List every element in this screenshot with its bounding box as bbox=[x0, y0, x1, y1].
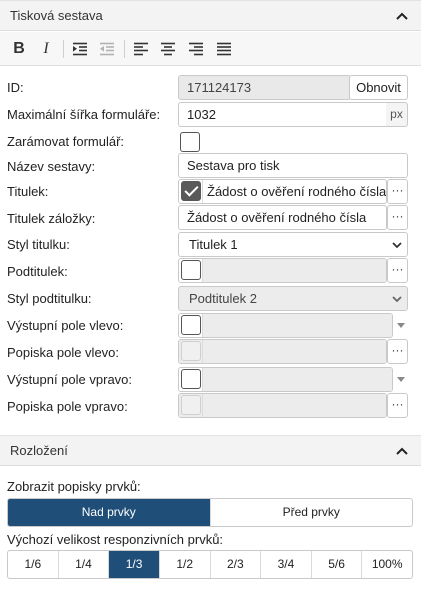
chevron-down-icon bbox=[397, 323, 405, 328]
chevron-up-icon[interactable] bbox=[395, 9, 409, 23]
caption-left-label: Popiska pole vlevo: bbox=[7, 345, 120, 360]
bold-button[interactable]: B bbox=[8, 39, 30, 59]
size-option[interactable]: 2/3 bbox=[211, 551, 262, 578]
title-style-label: Styl titulku: bbox=[7, 237, 70, 252]
caption-left-more-button[interactable]: ··· bbox=[387, 339, 408, 364]
output-left-label: Výstupní pole vlevo: bbox=[7, 318, 124, 333]
caption-left-checkbox bbox=[181, 341, 201, 361]
title-combo: Žádost o ověření rodného čísla bbox=[178, 179, 387, 204]
title-more-button[interactable]: ··· bbox=[387, 179, 408, 204]
caption-right-checkbox bbox=[181, 395, 201, 415]
report-section-header[interactable]: Tisková sestava bbox=[0, 0, 421, 31]
subtitle-style-select: Podtitulek 2 bbox=[178, 286, 408, 311]
format-toolbar: B I bbox=[0, 32, 421, 66]
title-style-value: Titulek 1 bbox=[189, 237, 238, 252]
output-left-combo bbox=[178, 313, 393, 338]
refresh-button[interactable]: Obnovit bbox=[349, 75, 408, 100]
max-width-input[interactable]: 1032 bbox=[178, 102, 388, 127]
show-labels-label: Zobrazit popisky prvků: bbox=[7, 479, 141, 494]
output-left-select bbox=[203, 314, 392, 337]
size-option[interactable]: 1/3 bbox=[109, 551, 160, 578]
size-option[interactable]: 5/6 bbox=[312, 551, 363, 578]
layout-section-header[interactable]: Rozložení bbox=[0, 435, 421, 466]
chevron-up-icon[interactable] bbox=[395, 444, 409, 458]
toolbar-separator bbox=[63, 40, 64, 58]
tab-title-more-button[interactable]: ··· bbox=[387, 205, 408, 230]
output-left-checkbox[interactable] bbox=[181, 315, 201, 335]
default-size-label: Výchozí velikost responzivních prvků: bbox=[7, 532, 224, 547]
caption-right-combo bbox=[178, 393, 387, 418]
align-justify-icon[interactable] bbox=[213, 39, 235, 59]
id-label: ID: bbox=[7, 80, 24, 95]
id-field: 171124173 bbox=[178, 75, 351, 100]
size-option[interactable]: 3/4 bbox=[261, 551, 312, 578]
caption-right-more-button[interactable]: ··· bbox=[387, 393, 408, 418]
chevron-down-icon bbox=[397, 377, 405, 382]
subtitle-input bbox=[203, 259, 386, 282]
caption-right-label: Popiska pole vpravo: bbox=[7, 399, 128, 414]
unit-suffix: px bbox=[386, 102, 408, 127]
subtitle-style-value: Podtitulek 2 bbox=[189, 291, 257, 306]
title-style-select[interactable]: Titulek 1 bbox=[178, 232, 408, 257]
title-label: Titulek: bbox=[7, 184, 49, 199]
size-option[interactable]: 1/6 bbox=[8, 551, 59, 578]
output-right-select bbox=[203, 368, 392, 391]
frame-label: Zarámovat formulář: bbox=[7, 134, 125, 149]
subtitle-checkbox[interactable] bbox=[181, 260, 201, 280]
subtitle-style-label: Styl podtitulku: bbox=[7, 291, 92, 306]
size-option[interactable]: 100% bbox=[362, 551, 412, 578]
report-name-input[interactable]: Sestava pro tisk bbox=[178, 153, 408, 178]
chevron-down-icon bbox=[392, 242, 402, 249]
tab-title-label: Titulek záložky: bbox=[7, 211, 96, 226]
section-title: Rozložení bbox=[10, 443, 68, 458]
outdent-icon[interactable] bbox=[96, 39, 118, 59]
max-width-label: Maximální šířka formuláře: bbox=[7, 107, 161, 122]
section-title: Tisková sestava bbox=[10, 8, 103, 23]
align-right-icon[interactable] bbox=[185, 39, 207, 59]
title-checkbox[interactable] bbox=[181, 181, 201, 201]
show-labels-toggle: Nad prvky Před prvky bbox=[7, 498, 413, 527]
output-right-label: Výstupní pole vpravo: bbox=[7, 372, 133, 387]
chevron-down-icon bbox=[392, 296, 402, 303]
italic-button[interactable]: I bbox=[35, 39, 57, 59]
option-before[interactable]: Před prvky bbox=[211, 499, 413, 526]
toolbar-separator bbox=[124, 40, 125, 58]
subtitle-more-button[interactable]: ··· bbox=[387, 258, 408, 283]
align-center-icon[interactable] bbox=[157, 39, 179, 59]
caption-right-input bbox=[203, 394, 386, 417]
tab-title-input[interactable]: Žádost o ověření rodného čísla bbox=[178, 205, 387, 230]
output-right-checkbox[interactable] bbox=[181, 369, 201, 389]
caption-left-input bbox=[203, 340, 386, 363]
size-option[interactable]: 1/4 bbox=[59, 551, 110, 578]
output-right-combo bbox=[178, 367, 393, 392]
subtitle-label: Podtitulek: bbox=[7, 264, 68, 279]
default-size-toggle: 1/6 1/4 1/3 1/2 2/3 3/4 5/6 100% bbox=[7, 550, 413, 579]
align-left-icon[interactable] bbox=[130, 39, 152, 59]
report-name-label: Název sestavy: bbox=[7, 159, 96, 174]
caption-left-combo bbox=[178, 339, 387, 364]
indent-icon[interactable] bbox=[69, 39, 91, 59]
size-option[interactable]: 1/2 bbox=[160, 551, 211, 578]
subtitle-combo bbox=[178, 258, 387, 283]
option-above[interactable]: Nad prvky bbox=[8, 499, 211, 526]
title-input[interactable]: Žádost o ověření rodného čísla bbox=[207, 180, 386, 203]
frame-checkbox[interactable] bbox=[180, 132, 200, 152]
